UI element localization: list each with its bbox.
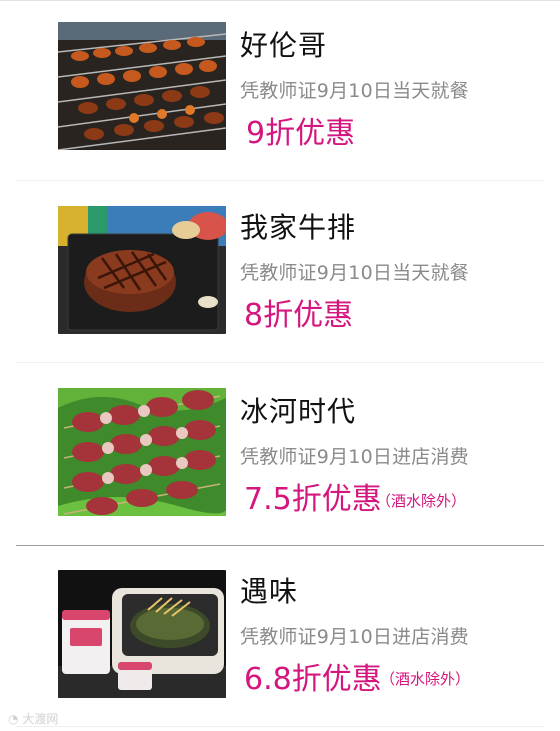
exclusion-note: （酒水除外）: [380, 670, 471, 688]
steak-image: [58, 206, 226, 334]
discount-text: 7.5折优惠: [244, 482, 382, 517]
item-divider: [16, 726, 544, 727]
watermark: ◔ 大渡网: [8, 710, 58, 727]
grilled-fish-image: [58, 570, 226, 698]
condition-text: 凭教师证9月10日当天就餐: [240, 262, 469, 284]
discount-text: 9折优惠: [246, 116, 356, 151]
item-divider: [16, 362, 544, 363]
list-item-binghe-shidai[interactable]: 冰河时代 凭教师证9月10日进店消费 7.5折优惠 （酒水除外）: [0, 364, 560, 524]
list-item-wojianiupai[interactable]: 我家牛排 凭教师证9月10日当天就餐 8折优惠: [0, 182, 560, 342]
grilled-fish-image-svg: [58, 570, 226, 698]
bbq-skewers-image-svg: [58, 22, 226, 150]
weibo-icon: ◔: [8, 712, 19, 726]
item-divider: [16, 180, 544, 181]
meat-skewers-image-svg: [58, 388, 226, 516]
restaurant-name: 好伦哥: [240, 29, 328, 62]
exclusion-note: （酒水除外）: [376, 492, 467, 510]
restaurant-name: 冰河时代: [240, 395, 357, 428]
bbq-skewers-image: [58, 22, 226, 150]
discount-text: 8折优惠: [244, 298, 354, 333]
condition-text: 凭教师证9月10日进店消费: [240, 446, 469, 468]
list-item-haolunge[interactable]: 好伦哥 凭教师证9月10日当天就餐 9折优惠: [0, 0, 560, 160]
condition-text: 凭教师证9月10日进店消费: [240, 626, 469, 648]
steak-image-svg: [58, 206, 226, 334]
meat-skewers-image: [58, 388, 226, 516]
restaurant-name: 遇味: [240, 575, 299, 608]
watermark-text: 大渡网: [22, 712, 59, 726]
restaurant-name: 我家牛排: [240, 211, 357, 244]
list-item-yuwei[interactable]: 遇味 凭教师证9月10日进店消费 6.8折优惠 （酒水除外）: [0, 546, 560, 706]
condition-text: 凭教师证9月10日当天就餐: [240, 80, 469, 102]
discount-text: 6.8折优惠: [244, 662, 382, 697]
